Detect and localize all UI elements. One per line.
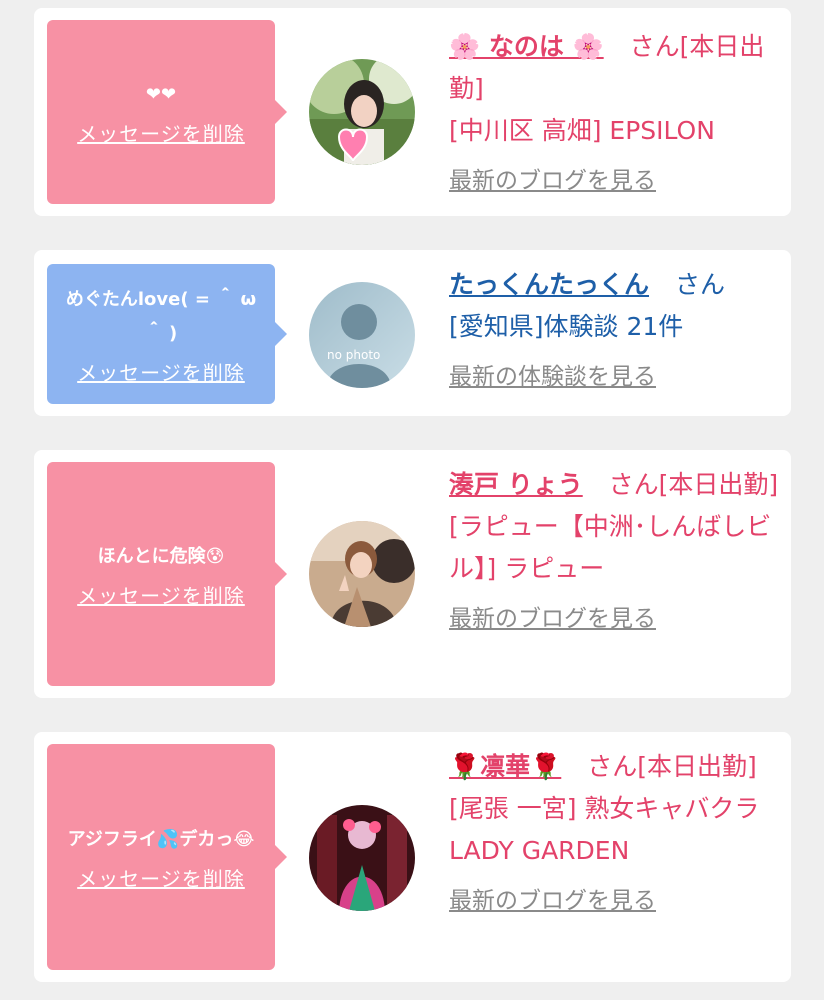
message-bubble: アジフライ💦デカっ😂 メッセージを削除 — [47, 744, 287, 970]
latest-review-link[interactable]: 最新の体験談を見る — [449, 356, 781, 398]
message-text: アジフライ💦デカっ😂 — [67, 828, 255, 850]
sender-status: さん — [674, 270, 725, 299]
sender-name-link[interactable]: 湊戸 りょう — [449, 470, 583, 499]
sender-location: [愛知県]体験談 21件 — [449, 312, 684, 341]
latest-blog-link[interactable]: 最新のブログを見る — [449, 160, 781, 202]
delete-message-link[interactable]: メッセージを削除 — [77, 118, 245, 147]
avatar[interactable]: no photo — [309, 282, 415, 388]
message-card: ❤❤ メッセージを削除 🌸 なのは 🌸 さん[本日出勤] [中川区 高畑] EP… — [34, 8, 791, 216]
sender-name-link[interactable]: 🌸 なのは 🌸 — [449, 32, 604, 61]
message-bubble: ほんとに危険😰 メッセージを削除 — [47, 462, 287, 686]
sender-info: たっくんたっくん さん [愛知県]体験談 21件 最新の体験談を見る — [449, 264, 781, 398]
sender-info: 湊戸 りょう さん[本日出勤] [ラピュー【中洲･しんばしビル】] ラピュー 最… — [449, 464, 781, 640]
message-card: ほんとに危険😰 メッセージを削除 湊戸 りょう さん[本日出勤] [ラピュー【中… — [34, 450, 791, 698]
sender-status: さん[本日出勤] — [587, 752, 757, 781]
message-card: めぐたんlove( = ＾ ω ＾ ) メッセージを削除 no photo たっ… — [34, 250, 791, 416]
no-photo-label: no photo — [327, 348, 381, 362]
message-card: アジフライ💦デカっ😂 メッセージを削除 🌹凛華🌹 さん[本日出勤] [尾張 一宮… — [34, 732, 791, 982]
latest-blog-link[interactable]: 最新のブログを見る — [449, 880, 781, 922]
message-bubble: めぐたんlove( = ＾ ω ＾ ) メッセージを削除 — [47, 264, 287, 404]
message-bubble: ❤❤ メッセージを削除 — [47, 20, 287, 204]
sender-location: [中川区 高畑] EPSILON — [449, 116, 715, 145]
delete-message-link[interactable]: メッセージを削除 — [77, 863, 245, 892]
message-text: めぐたんlove( = ＾ ω ＾ ) — [65, 288, 257, 344]
message-text: ❤❤ — [145, 83, 177, 105]
delete-message-link[interactable]: メッセージを削除 — [77, 357, 245, 386]
avatar[interactable] — [309, 59, 415, 165]
sender-name-link[interactable]: たっくんたっくん — [449, 270, 649, 299]
avatar[interactable] — [309, 521, 415, 627]
sender-info: 🌹凛華🌹 さん[本日出勤] [尾張 一宮] 熟女キャバクラ LADY GARDE… — [449, 746, 781, 922]
sender-location: [ラピュー【中洲･しんばしビル】] ラピュー — [449, 512, 772, 583]
delete-message-link[interactable]: メッセージを削除 — [77, 580, 245, 609]
sender-info: 🌸 なのは 🌸 さん[本日出勤] [中川区 高畑] EPSILON 最新のブログ… — [449, 26, 781, 202]
avatar[interactable] — [309, 805, 415, 911]
latest-blog-link[interactable]: 最新のブログを見る — [449, 598, 781, 640]
message-text: ほんとに危険😰 — [97, 545, 225, 567]
sender-name-link[interactable]: 🌹凛華🌹 — [449, 752, 561, 781]
sender-location: [尾張 一宮] 熟女キャバクラ LADY GARDEN — [449, 794, 760, 865]
sender-status: さん[本日出勤] — [608, 470, 779, 499]
